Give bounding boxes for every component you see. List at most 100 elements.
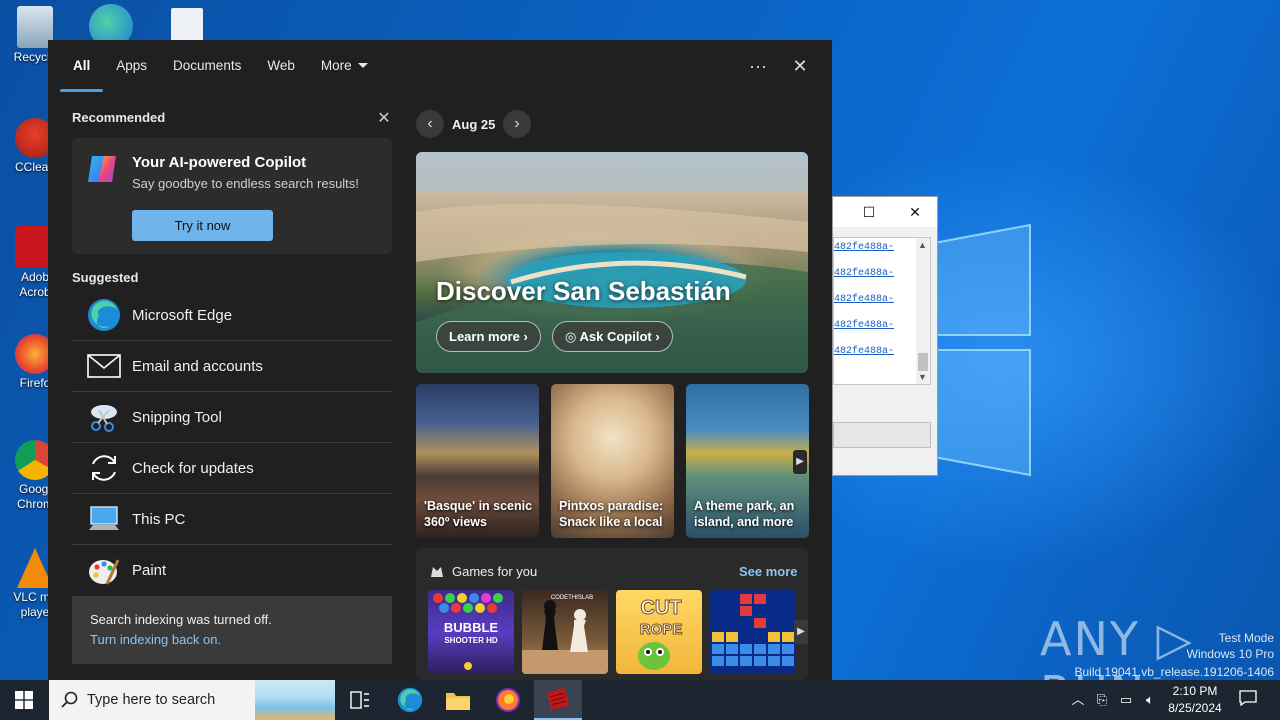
tab-label: All	[73, 58, 91, 73]
list-link[interactable]: 482fe488a-	[834, 320, 894, 331]
window-titlebar: ☐ ✕	[833, 197, 937, 227]
watermark-line: Windows 10 Pro	[1186, 647, 1274, 661]
indexing-message: Search indexing was turned off.	[90, 612, 272, 627]
scrollbar-thumb[interactable]	[918, 353, 928, 371]
watermark-line: Build 19041.vb_release.191206-1406	[1074, 665, 1275, 679]
turn-indexing-on-link[interactable]: Turn indexing back on.	[90, 632, 221, 647]
start-button[interactable]	[0, 680, 48, 720]
mail-icon	[86, 348, 122, 384]
list-link[interactable]: 482fe488a-	[834, 346, 894, 357]
list-link[interactable]: 482fe488a-	[834, 242, 894, 253]
taskbar-firefox[interactable]	[484, 680, 532, 720]
game-tile-chess[interactable]: CODETHISLAB	[522, 590, 608, 674]
suggested-item-paint[interactable]: Paint	[72, 545, 392, 596]
suggested-item-email[interactable]: Email and accounts	[72, 341, 392, 392]
suggested-item-snipping-tool[interactable]: Snipping Tool	[72, 392, 392, 443]
svg-text:ROPE: ROPE	[640, 621, 683, 638]
this-pc-icon	[86, 501, 122, 537]
taskbar-search-box[interactable]: Type here to search	[49, 680, 335, 720]
svg-text:CUT: CUT	[640, 597, 681, 619]
copilot-icon	[84, 150, 122, 188]
button-label: Learn more	[449, 329, 520, 344]
copilot-card[interactable]: Your AI-powered Copilot Say goodbye to e…	[72, 138, 392, 254]
clock[interactable]: 2:10 PM 8/25/2024	[1160, 683, 1230, 717]
suggested-item-edge[interactable]: Microsoft Edge	[72, 290, 392, 341]
try-it-now-button[interactable]: Try it now	[132, 210, 273, 241]
next-day-button[interactable]: ›	[503, 110, 531, 138]
dismiss-recommended-icon[interactable]: ✕	[376, 111, 392, 128]
search-placeholder: Type here to search	[87, 692, 216, 708]
story-card[interactable]: A theme park, an island, and more	[686, 384, 809, 538]
file-desktop-icon[interactable]	[152, 8, 222, 44]
story-card[interactable]: Pintxos paradise: Snack like a local	[551, 384, 674, 538]
tab-label: Apps	[116, 58, 148, 73]
suggested-list: Microsoft Edge Email and accounts Snippi…	[72, 290, 392, 596]
game-art: CUT ROPE	[638, 597, 683, 670]
chevron-right-icon: ›	[523, 329, 528, 344]
game-tile-cut-the-rope[interactable]: CUT ROPE	[616, 590, 702, 674]
background-window: ☐ ✕ 482fe488a- 482fe488a- 482fe488a- 482…	[832, 196, 938, 476]
hero-card[interactable]: Discover San Sebastián Learn more › ◎ As…	[416, 152, 808, 373]
suggested-item-label: This PC	[132, 510, 186, 528]
link-list: 482fe488a- 482fe488a- 482fe488a- 482fe48…	[833, 237, 931, 385]
notifications-icon[interactable]	[1238, 690, 1258, 710]
chevron-right-icon[interactable]: ▶	[794, 620, 808, 644]
chevron-up-icon[interactable]: ︿	[1068, 690, 1088, 710]
svg-text:BUBBLE: BUBBLE	[444, 620, 498, 635]
firefox-icon	[496, 688, 520, 712]
task-view-button[interactable]	[336, 680, 384, 720]
suggested-item-label: Microsoft Edge	[132, 306, 233, 324]
see-more-link[interactable]: See more	[739, 564, 798, 579]
snipping-tool-icon	[86, 399, 122, 435]
story-card[interactable]: 'Basque' in scenic 360º views	[416, 384, 539, 538]
list-link[interactable]: 482fe488a-	[834, 268, 894, 279]
tab-web[interactable]: Web	[254, 40, 308, 92]
folder-icon	[446, 693, 470, 710]
tab-all[interactable]: All	[60, 40, 104, 92]
games-heading: Games for you	[452, 564, 538, 579]
tab-documents[interactable]: Documents	[160, 40, 254, 92]
taskbar-file-explorer[interactable]	[434, 680, 482, 720]
tab-label: Web	[267, 58, 295, 73]
games-section: Games for you See more BUBBLE SHOOTER HD	[416, 548, 808, 680]
close-icon[interactable]: ✕	[905, 203, 925, 221]
paint-icon	[86, 553, 122, 589]
previous-day-button[interactable]: ‹	[416, 110, 444, 138]
tab-more[interactable]: More	[308, 40, 381, 92]
window-input[interactable]	[833, 422, 931, 448]
taskbar: Type here to search ︿ ⎘ ▭ 🔈︎ 2:10 PM 8/2…	[0, 680, 1280, 720]
meet-now-icon[interactable]: ⎘	[1092, 690, 1112, 710]
suggested-heading: Suggested	[72, 270, 139, 285]
taskbar-edge[interactable]	[386, 680, 434, 720]
maximize-icon[interactable]: ☐	[859, 203, 879, 221]
search-icon	[61, 691, 78, 708]
taskbar-active-app[interactable]	[534, 680, 582, 720]
suggested-item-label: Check for updates	[132, 459, 254, 477]
scroll-up-icon[interactable]: ▲	[918, 240, 927, 250]
chat-icon: ◎	[565, 329, 577, 344]
tab-label: More	[320, 58, 352, 73]
learn-more-button[interactable]: Learn more ›	[436, 321, 541, 352]
search-panel: All Apps Documents Web More ··· ✕ Recomm…	[48, 40, 832, 680]
close-icon[interactable]: ✕	[788, 54, 812, 78]
game-tile-bubble-shooter[interactable]: BUBBLE SHOOTER HD	[428, 590, 514, 674]
tab-apps[interactable]: Apps	[103, 40, 160, 92]
tab-label: Documents	[173, 58, 242, 73]
game-tile-blocks[interactable]	[710, 590, 796, 674]
chevron-right-icon[interactable]: ▶	[793, 450, 807, 474]
clock-date: 8/25/2024	[1168, 701, 1222, 715]
game-art: BUBBLE SHOOTER HD	[433, 593, 503, 670]
more-options-icon[interactable]: ···	[746, 54, 770, 78]
suggested-item-this-pc[interactable]: This PC	[72, 494, 392, 545]
button-label: Ask Copilot	[579, 329, 652, 344]
volume-icon[interactable]: 🔈︎	[1140, 690, 1160, 710]
network-icon[interactable]: ▭	[1116, 690, 1136, 710]
scroll-down-icon[interactable]: ▼	[918, 372, 927, 382]
story-caption: Pintxos paradise: Snack like a local	[559, 499, 664, 529]
ask-copilot-button[interactable]: ◎ Ask Copilot ›	[552, 321, 673, 352]
list-link[interactable]: 482fe488a-	[834, 294, 894, 305]
suggested-item-check-updates[interactable]: Check for updates	[72, 443, 392, 494]
chevron-down-icon	[357, 63, 368, 68]
scrollbar[interactable]: ▲ ▼	[916, 238, 930, 384]
clock-time: 2:10 PM	[1172, 684, 1218, 698]
